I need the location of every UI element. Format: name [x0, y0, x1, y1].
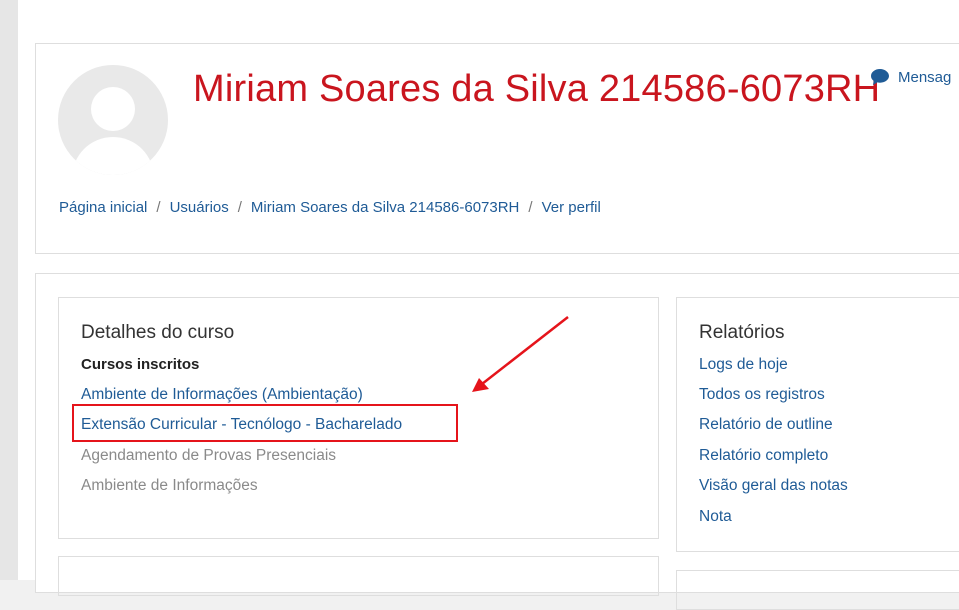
secondary-reports-card: [676, 570, 959, 610]
user-avatar-icon: [58, 65, 168, 175]
annotation-highlight-box: [72, 404, 458, 442]
report-link[interactable]: Relatório completo: [699, 447, 828, 465]
breadcrumb-user-name[interactable]: Miriam Soares da Silva 214586-6073RH: [251, 199, 519, 216]
page-title: Miriam Soares da Silva 214586-6073RH: [193, 68, 881, 110]
message-button-label: Mensag: [898, 68, 952, 86]
report-link[interactable]: Nota: [699, 508, 732, 526]
chat-bubble-icon: [871, 69, 889, 85]
breadcrumb-users[interactable]: Usuários: [170, 199, 229, 216]
message-button[interactable]: Mensag: [870, 68, 951, 86]
breadcrumb: Página inicial / Usuários / Miriam Soare…: [59, 199, 601, 216]
report-link[interactable]: Relatório de outline: [699, 416, 833, 434]
breadcrumb-home[interactable]: Página inicial: [59, 199, 147, 216]
report-link[interactable]: Visão geral das notas: [699, 477, 848, 495]
enrolled-courses-label: Cursos inscritos: [81, 356, 200, 373]
reports-title: Relatórios: [699, 322, 785, 343]
course-link[interactable]: Ambiente de Informações: [81, 477, 258, 495]
course-link[interactable]: Ambiente de Informações (Ambientação): [81, 386, 363, 404]
report-link[interactable]: Todos os registros: [699, 386, 825, 404]
report-link[interactable]: Logs de hoje: [699, 356, 788, 374]
course-details-title: Detalhes do curso: [81, 322, 235, 343]
secondary-card: [58, 556, 659, 596]
breadcrumb-view-profile[interactable]: Ver perfil: [542, 199, 601, 216]
page-left-strip: [0, 0, 18, 580]
course-link[interactable]: Agendamento de Provas Presenciais: [81, 447, 336, 465]
